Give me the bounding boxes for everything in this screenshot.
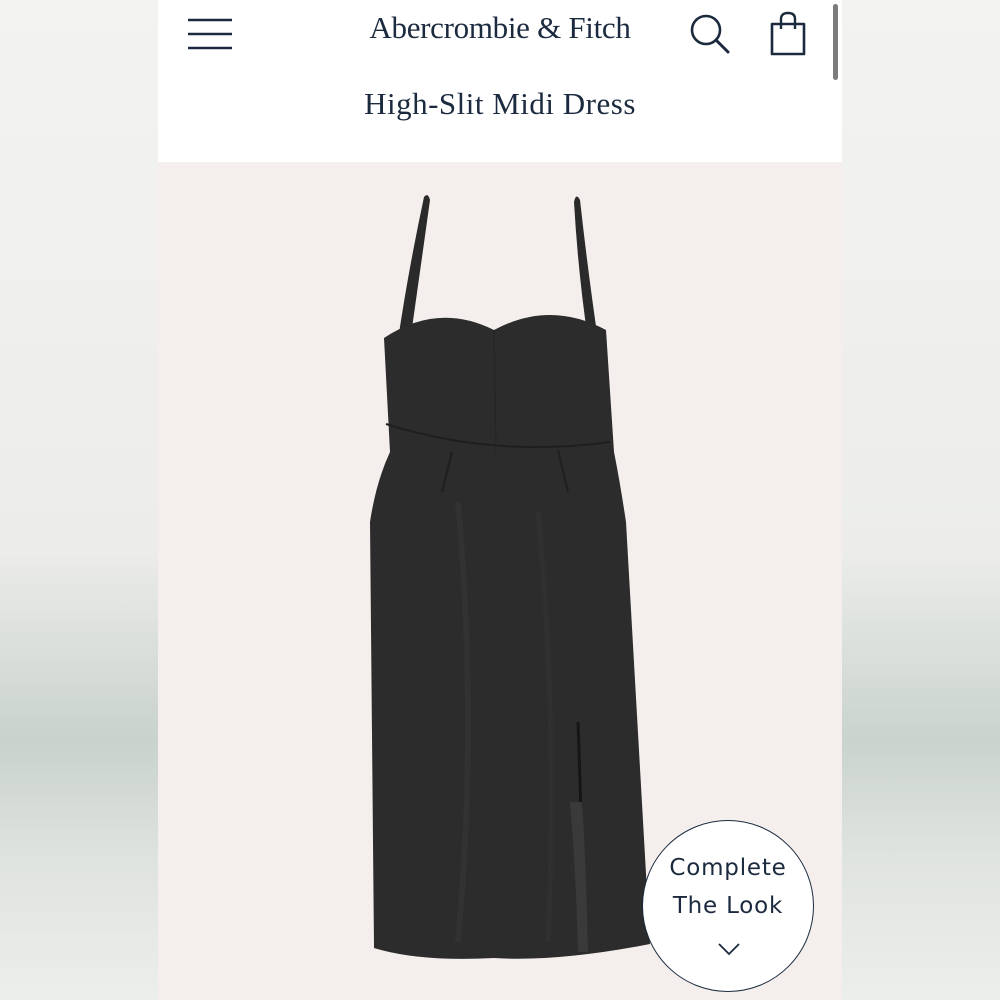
right-backdrop <box>842 0 1000 1000</box>
search-icon[interactable] <box>688 12 732 56</box>
shopping-bag-icon[interactable] <box>768 10 808 58</box>
left-backdrop <box>0 0 158 1000</box>
complete-the-look-button[interactable]: Complete The Look <box>642 820 814 992</box>
scrollbar[interactable] <box>833 4 838 80</box>
phone-screen: Abercrombie & Fitch High-Slit Midi Dress <box>158 0 842 1000</box>
product-title: High-Slit Midi Dress <box>364 86 636 121</box>
chevron-down-icon <box>718 943 740 956</box>
site-header: Abercrombie & Fitch High-Slit Midi Dress <box>158 0 842 162</box>
complete-the-look-line1: Complete <box>669 855 787 881</box>
product-image[interactable]: Complete The Look <box>158 162 842 1000</box>
complete-the-look-line2: The Look <box>672 893 784 919</box>
brand-logo[interactable]: Abercrombie & Fitch <box>338 10 662 46</box>
hamburger-menu-icon[interactable] <box>186 14 234 54</box>
